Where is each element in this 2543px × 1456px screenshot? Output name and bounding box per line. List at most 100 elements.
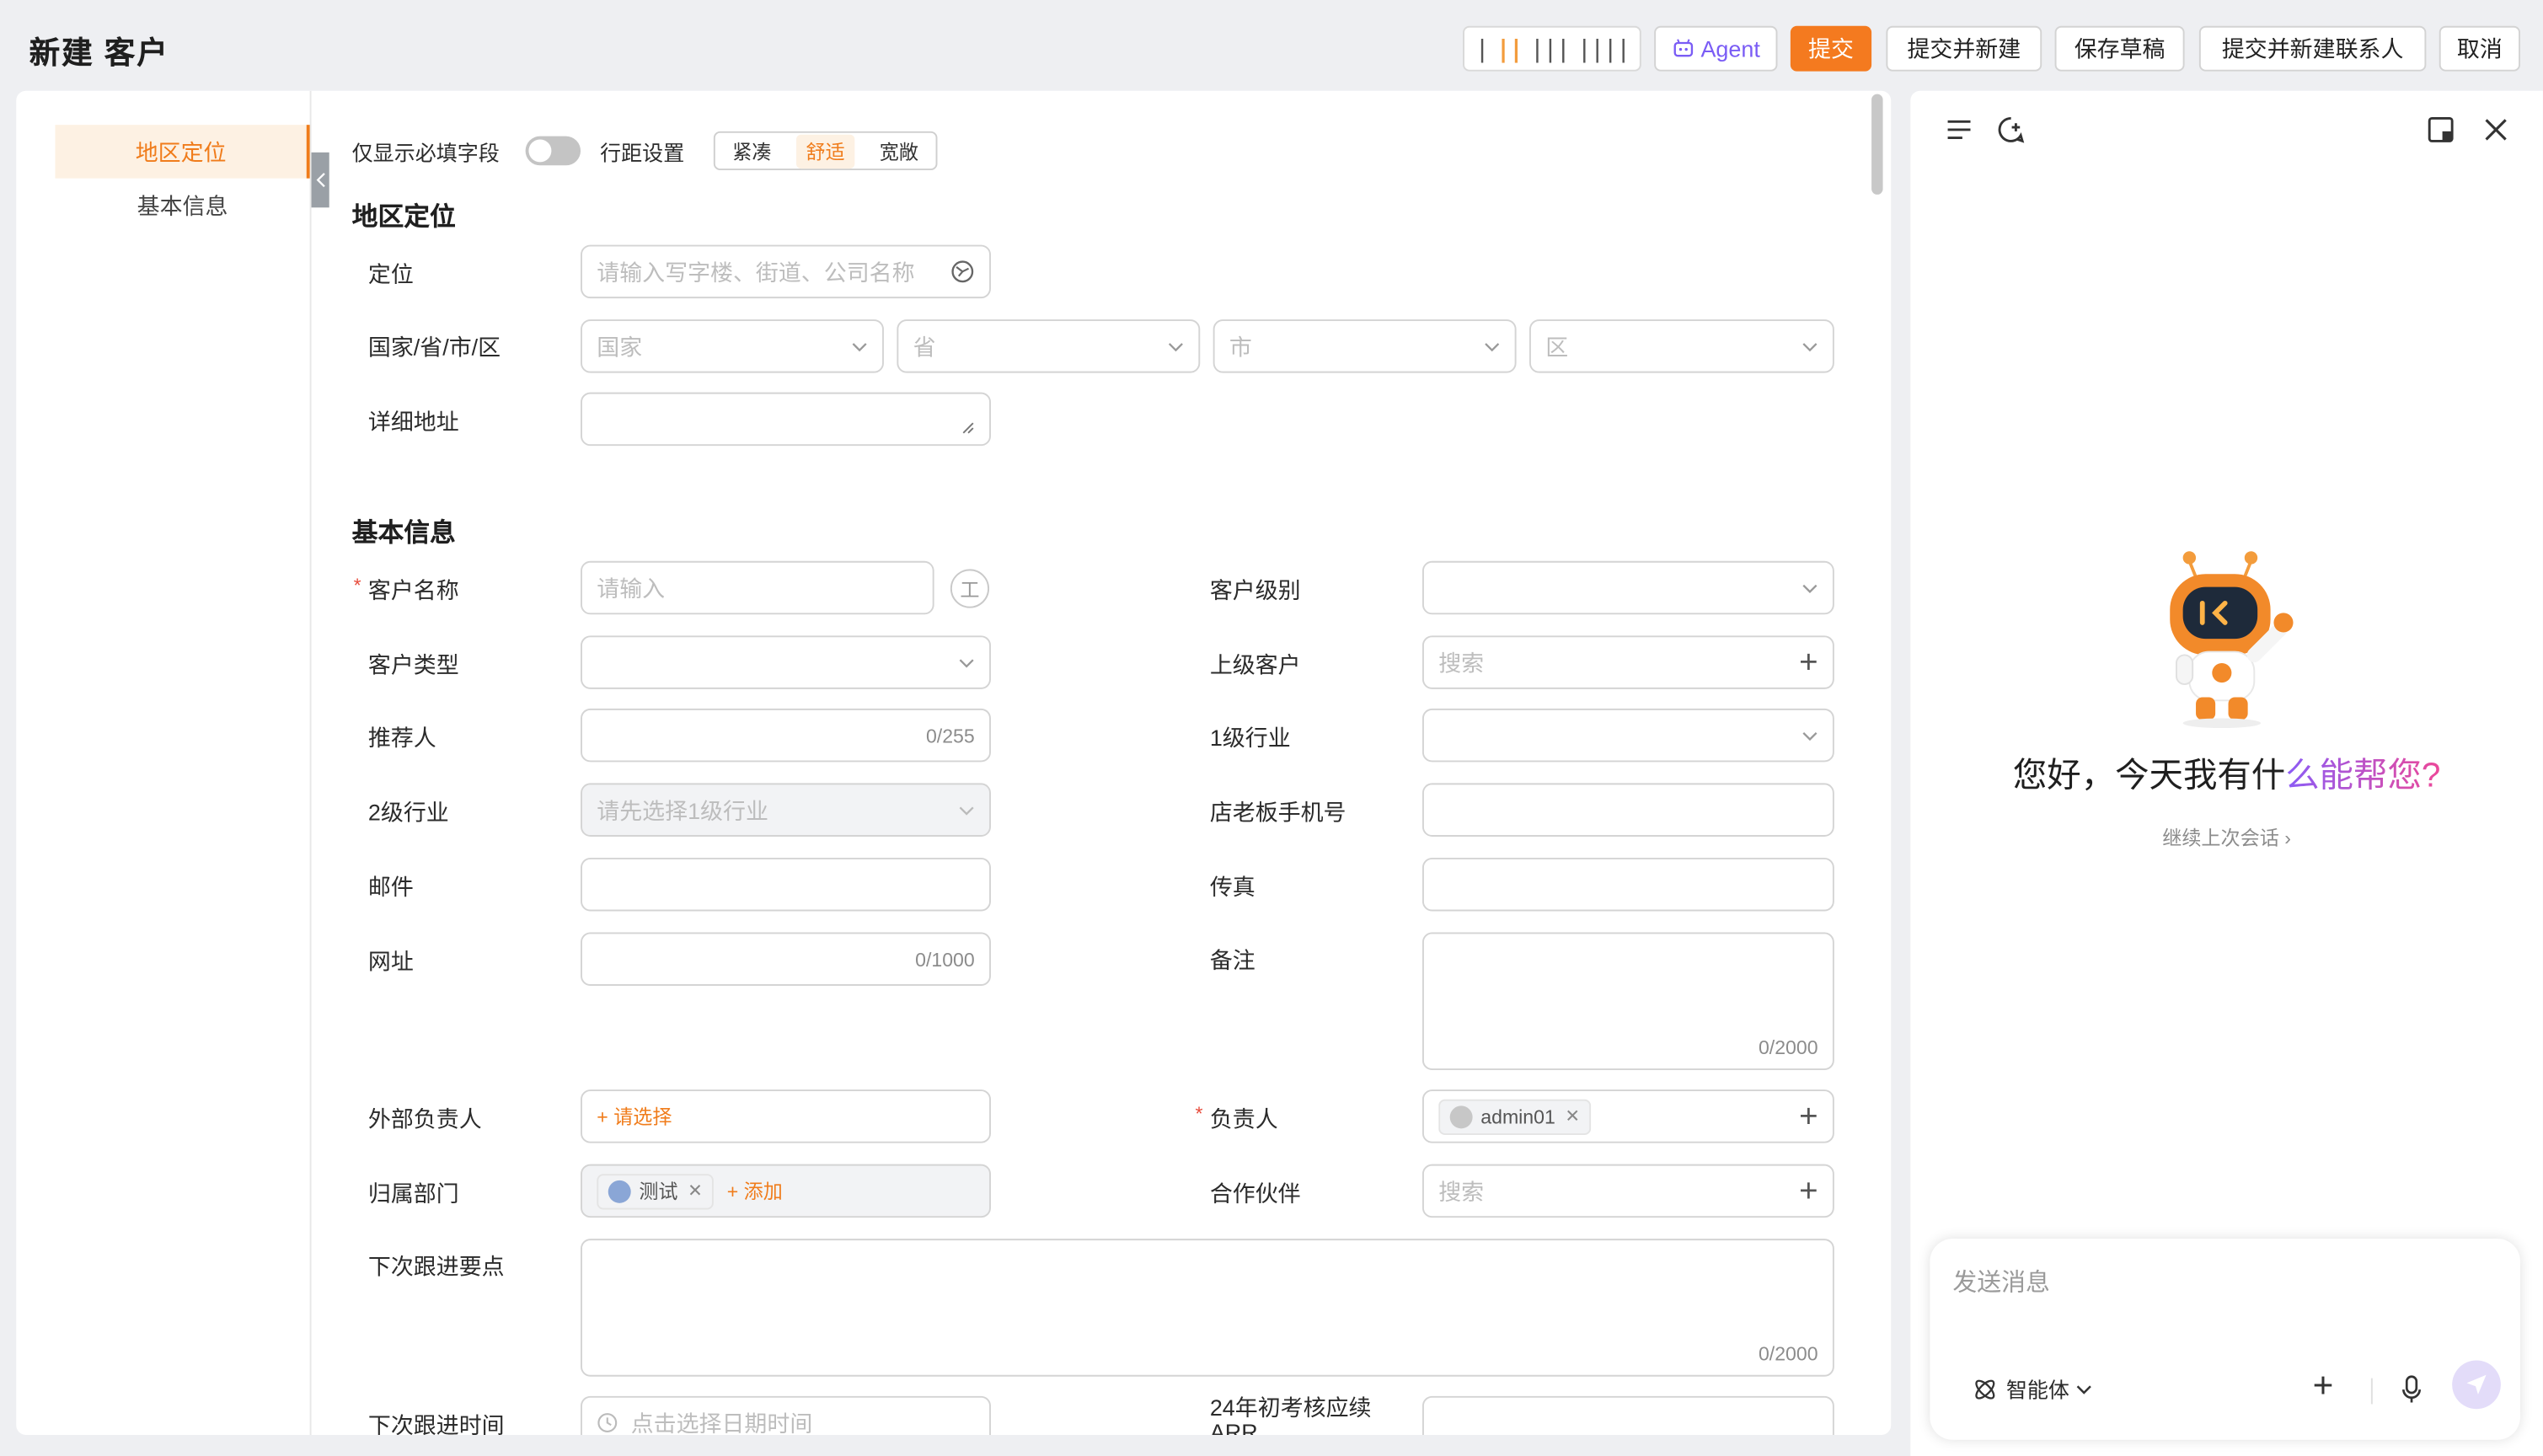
next-time-picker[interactable]: 点击选择日期时间 <box>581 1395 991 1436</box>
city-select[interactable]: 市 <box>1213 319 1517 373</box>
cancel-button[interactable]: 取消 <box>2439 25 2520 72</box>
required-only-label: 仅显示必填字段 <box>351 141 500 166</box>
remark-counter: 0/2000 <box>1758 1036 1818 1059</box>
city-placeholder: 市 <box>1229 333 1252 360</box>
arr-input[interactable] <box>1421 1395 1834 1436</box>
menu-icon[interactable] <box>1943 114 1975 146</box>
location-input[interactable]: 请输入写字楼、街道、公司名称 <box>581 244 991 299</box>
agent-selector[interactable]: 智能体 <box>1972 1373 2091 1405</box>
chat-input-box[interactable]: 发送消息 智能体 + <box>1930 1239 2520 1440</box>
email-input[interactable] <box>581 857 991 912</box>
country-select[interactable]: 国家 <box>581 319 884 373</box>
plus-icon[interactable]: + <box>1799 646 1818 678</box>
province-select[interactable]: 省 <box>897 319 1201 373</box>
atom-icon <box>1975 1378 1995 1399</box>
spacing-loose-option[interactable]: 宽敞 <box>870 134 928 168</box>
org-icon <box>608 1179 631 1202</box>
location-placeholder: 请输入写字楼、街道、公司名称 <box>597 258 915 285</box>
website-input[interactable]: 0/1000 <box>581 932 991 986</box>
new-chat-icon[interactable] <box>1994 114 2026 146</box>
submit-and-new-button[interactable]: 提交并新建 <box>1886 25 2042 72</box>
external-owner-select-link[interactable]: + 请选择 <box>597 1103 672 1131</box>
avatar <box>1449 1105 1473 1128</box>
save-draft-button[interactable]: 保存草稿 <box>2054 25 2185 72</box>
website-label: 网址 <box>367 948 414 975</box>
close-icon[interactable] <box>2480 114 2512 146</box>
address-textarea[interactable] <box>581 392 991 447</box>
resize-handle-icon[interactable] <box>960 420 974 434</box>
continue-session-link[interactable]: 继续上次会话 › <box>1910 824 2543 852</box>
industry2-label: 2级行业 <box>367 799 449 826</box>
external-owner-picker[interactable]: + 请选择 <box>581 1089 991 1143</box>
referrer-label: 推荐人 <box>367 725 436 751</box>
business-lookup-icon[interactable]: 工 <box>950 569 990 608</box>
next-time-label: 下次跟进时间 <box>367 1412 505 1436</box>
row-spacing-label: 行距设置 <box>600 141 685 166</box>
assistant-panel: 您好，今天我有什么能帮您? 继续上次会话 › 发送消息 智能体 + <box>1910 90 2543 1456</box>
plus-icon[interactable]: + <box>1799 1175 1818 1207</box>
customer-type-label: 客户类型 <box>367 651 459 678</box>
industry1-select[interactable] <box>1421 708 1834 763</box>
plus-icon[interactable]: + <box>1799 1100 1818 1132</box>
submit-and-new-contact-button[interactable]: 提交并新建联系人 <box>2198 25 2427 72</box>
chat-input-placeholder: 发送消息 <box>1952 1269 2050 1298</box>
pop-out-icon[interactable] <box>2424 114 2456 146</box>
department-tag: 测试 ✕ <box>597 1173 715 1209</box>
spacing-compact-option[interactable]: 紧凑 <box>723 134 781 168</box>
locate-icon[interactable] <box>950 260 975 284</box>
chevron-down-icon <box>1485 342 1500 351</box>
customer-name-placeholder: 请输入 <box>597 575 666 601</box>
assistant-greeting: 您好，今天我有什么能帮您? <box>1910 749 2543 798</box>
chevron-down-icon <box>1802 342 1818 351</box>
partner-label: 合作伙伴 <box>1209 1180 1301 1207</box>
customer-name-label: 客户名称 <box>354 574 459 606</box>
chevron-down-icon <box>852 342 867 351</box>
district-placeholder: 区 <box>1545 333 1569 360</box>
agent-button[interactable]: Agent <box>1654 25 1778 72</box>
chevron-down-icon <box>959 658 974 667</box>
greeting-highlight: 么能帮您? <box>2285 757 2441 795</box>
submit-button[interactable]: 提交 <box>1790 25 1872 72</box>
chevron-right-icon: › <box>2284 827 2291 850</box>
remark-textarea[interactable]: 0/2000 <box>1421 932 1834 1071</box>
partner-search[interactable]: 搜索 + <box>1421 1164 1834 1218</box>
continue-session-label: 继续上次会话 <box>2162 827 2279 850</box>
address-label: 详细地址 <box>367 408 459 435</box>
arr-label: 24年初考核应续ARR <box>1209 1394 1372 1436</box>
fax-input[interactable] <box>1421 857 1834 912</box>
plus-icon[interactable]: + <box>2313 1365 2334 1407</box>
close-icon[interactable]: ✕ <box>688 1180 703 1202</box>
chevron-down-icon <box>1168 342 1183 351</box>
department-picker[interactable]: 测试 ✕ + 添加 <box>581 1164 991 1218</box>
required-only-toggle[interactable] <box>525 136 581 166</box>
department-add-link[interactable]: + 添加 <box>727 1177 783 1205</box>
density-3-col-button[interactable]: ||| <box>1530 34 1571 63</box>
page-title: 新建 客户 <box>29 37 169 72</box>
owner-picker[interactable]: admin01 ✕ + <box>1421 1089 1834 1143</box>
robot-icon <box>1673 39 1693 57</box>
microphone-icon[interactable] <box>2401 1375 2423 1405</box>
clock-icon <box>597 1413 618 1433</box>
parent-customer-search[interactable]: 搜索 + <box>1421 635 1834 689</box>
customer-level-select[interactable] <box>1421 560 1834 615</box>
density-1-col-button[interactable]: | <box>1475 34 1489 63</box>
referrer-input[interactable]: 0/255 <box>581 708 991 763</box>
form-scrollbar[interactable] <box>1871 94 1883 195</box>
industry2-select[interactable]: 请先选择1级行业 <box>581 783 991 837</box>
density-2-col-button[interactable]: || <box>1496 34 1523 63</box>
spacing-comfort-option[interactable]: 舒适 <box>795 133 855 169</box>
section-nav: 地区定位 基本信息 <box>16 90 312 1436</box>
send-button[interactable] <box>2452 1360 2501 1410</box>
density-4-col-button[interactable]: |||| <box>1577 34 1631 63</box>
owner-phone-input[interactable] <box>1421 783 1834 837</box>
district-select[interactable]: 区 <box>1528 319 1834 373</box>
close-icon[interactable]: ✕ <box>1565 1105 1580 1127</box>
form-area: 仅显示必填字段 行距设置 紧凑 舒适 宽敞 地区定位 定位 请输入写字楼、街道、… <box>313 91 1891 1436</box>
nav-item-region[interactable]: 地区定位 <box>55 125 310 179</box>
customer-type-select[interactable] <box>581 635 991 689</box>
customer-name-input[interactable]: 请输入 <box>581 560 934 615</box>
next-points-textarea[interactable]: 0/2000 <box>581 1239 1834 1377</box>
parent-customer-label: 上级客户 <box>1209 651 1301 678</box>
nav-item-basic-info[interactable]: 基本信息 <box>55 179 309 233</box>
external-owner-label: 外部负责人 <box>367 1105 482 1132</box>
